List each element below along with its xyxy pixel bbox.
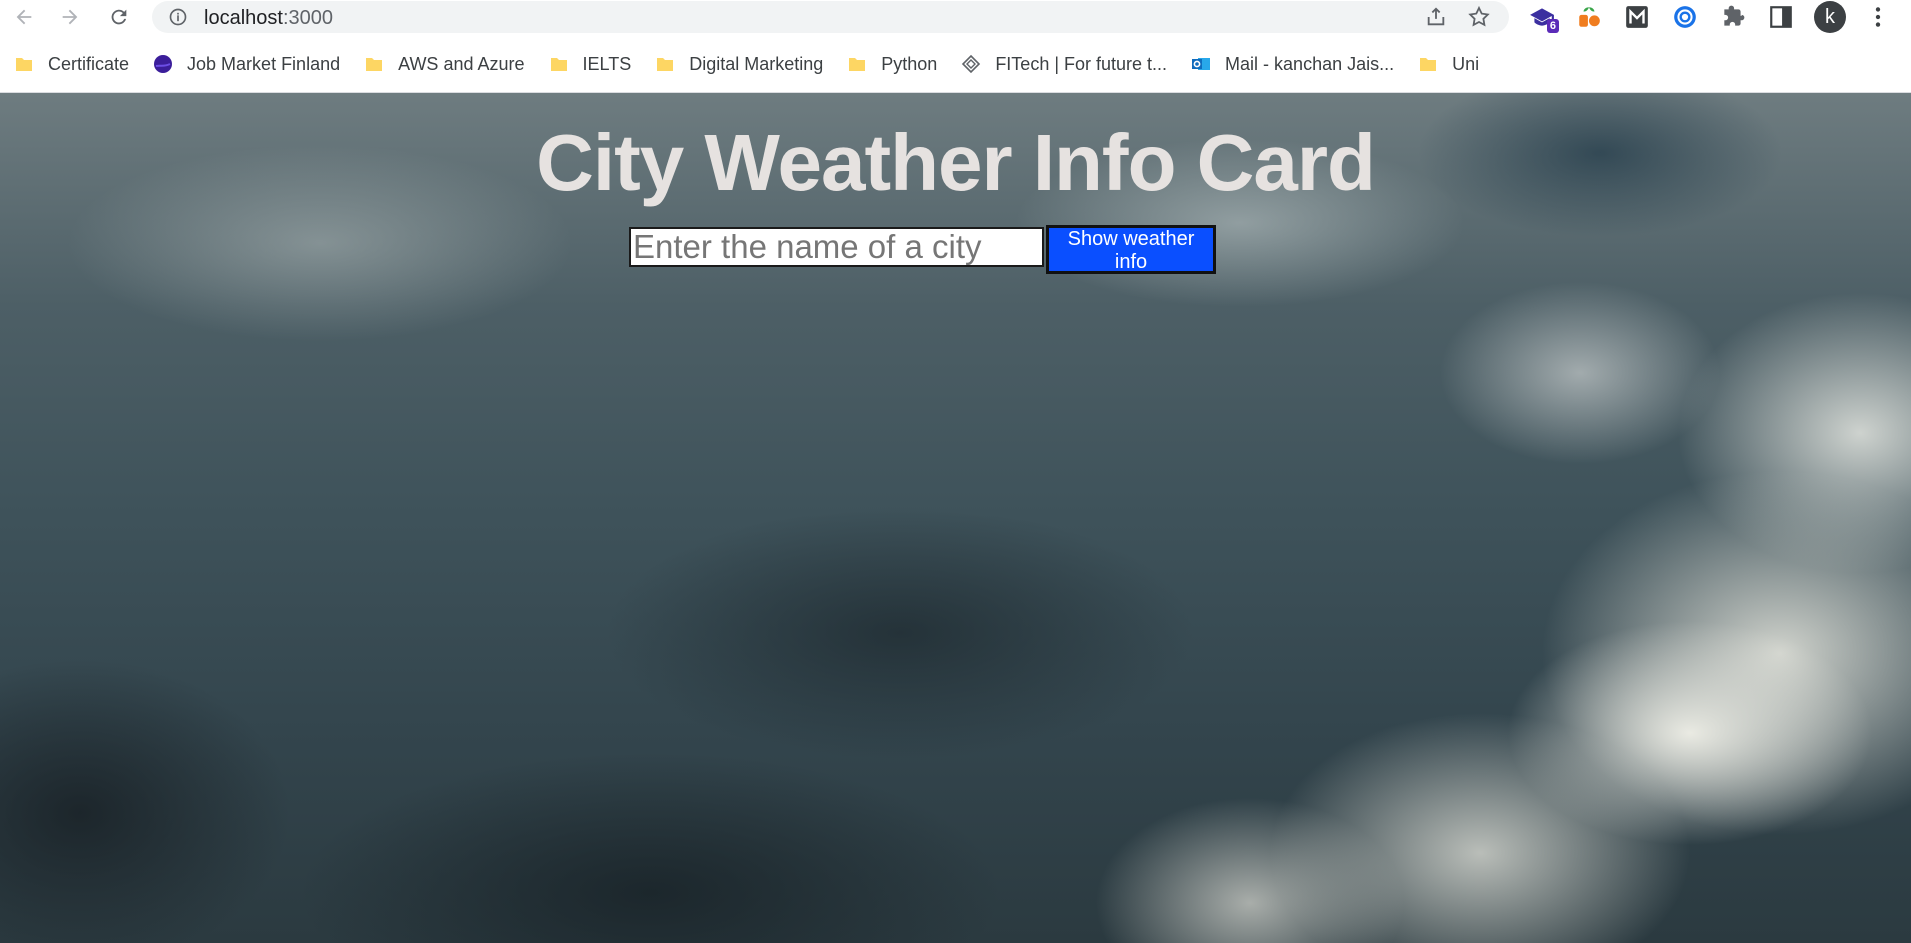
puzzle-icon <box>1724 5 1745 26</box>
vertical-dots-icon <box>1875 7 1881 27</box>
bookmark-aws-azure[interactable]: AWS and Azure <box>362 49 534 79</box>
info-icon[interactable] <box>168 7 188 27</box>
extension-m-button[interactable] <box>1623 3 1651 31</box>
extensions-button[interactable] <box>1719 3 1747 31</box>
bookmark-mail[interactable]: Mail - kanchan Jais... <box>1189 49 1404 79</box>
forward-button[interactable] <box>52 0 88 33</box>
url-host: localhost <box>204 7 283 29</box>
bookmark-star-icon[interactable] <box>1467 5 1491 29</box>
extension-a-button[interactable] <box>1671 3 1699 31</box>
m-logo-icon <box>1626 6 1648 28</box>
bookmark-digital-marketing[interactable]: Digital Marketing <box>653 49 833 79</box>
arrow-left-icon <box>16 9 32 24</box>
folder-icon <box>550 58 567 71</box>
address-bar[interactable]: localhost:3000 <box>152 1 1509 33</box>
folder-icon <box>366 58 383 71</box>
fitech-favicon-icon <box>962 54 981 74</box>
bookmark-python[interactable]: Python <box>845 49 947 79</box>
bookmark-label: Certificate <box>48 53 130 74</box>
extension-5o-button[interactable] <box>1575 3 1603 31</box>
profile-avatar[interactable]: k <box>1814 1 1846 33</box>
bookmarks-bar: Certificate Job Market Finland AWS and A… <box>0 45 1911 83</box>
bookmark-uni[interactable]: Uni <box>1416 49 1489 79</box>
browser-toolbar: localhost:3000 6 k <box>0 0 1911 33</box>
page-viewport: City Weather Info Card Show weather info <box>0 93 1911 943</box>
bookmark-label: Digital Marketing <box>689 53 824 74</box>
a-circle-icon <box>1674 6 1696 28</box>
sprout-5o-icon <box>1579 7 1600 27</box>
extension-graduation-button[interactable]: 6 <box>1528 3 1559 33</box>
back-button[interactable] <box>6 0 42 33</box>
search-form: Show weather info <box>629 225 1216 274</box>
browser-menu-button[interactable] <box>1864 3 1892 31</box>
bookmark-job-market-finland[interactable]: Job Market Finland <box>151 49 350 79</box>
folder-icon <box>849 58 866 71</box>
bookmark-label: Job Market Finland <box>187 53 341 74</box>
bookmark-label: Python <box>881 53 938 74</box>
folder-icon <box>1420 58 1437 71</box>
bookmark-label: Mail - kanchan Jais... <box>1225 53 1395 74</box>
arrow-right-icon <box>62 9 78 24</box>
url-port: :3000 <box>282 7 333 29</box>
bookmark-label: AWS and Azure <box>398 53 525 74</box>
bookmark-label: IELTS <box>582 53 632 74</box>
bookmark-label: Uni <box>1452 53 1480 74</box>
show-weather-button[interactable]: Show weather info <box>1046 225 1216 274</box>
extension-badge: 6 <box>1546 19 1559 33</box>
side-panel-icon <box>1770 6 1792 28</box>
bookmark-label: FITech | For future t... <box>995 53 1168 74</box>
city-search-input[interactable] <box>629 227 1044 267</box>
bookmark-ielts[interactable]: IELTS <box>547 49 642 79</box>
url-text[interactable]: localhost:3000 <box>204 7 333 30</box>
bookmark-fitech[interactable]: FITech | For future t... <box>959 49 1177 79</box>
reload-button[interactable] <box>101 0 137 33</box>
share-icon[interactable] <box>1425 6 1447 28</box>
page-title: City Weather Info Card <box>536 118 1376 207</box>
folder-icon <box>16 58 32 71</box>
reload-icon <box>111 9 127 24</box>
folder-icon <box>657 58 674 71</box>
bookmark-certificate[interactable]: Certificate <box>12 49 139 79</box>
outlook-icon <box>1192 58 1211 70</box>
site-favicon-icon <box>154 55 173 73</box>
side-panel-button[interactable] <box>1767 3 1795 31</box>
